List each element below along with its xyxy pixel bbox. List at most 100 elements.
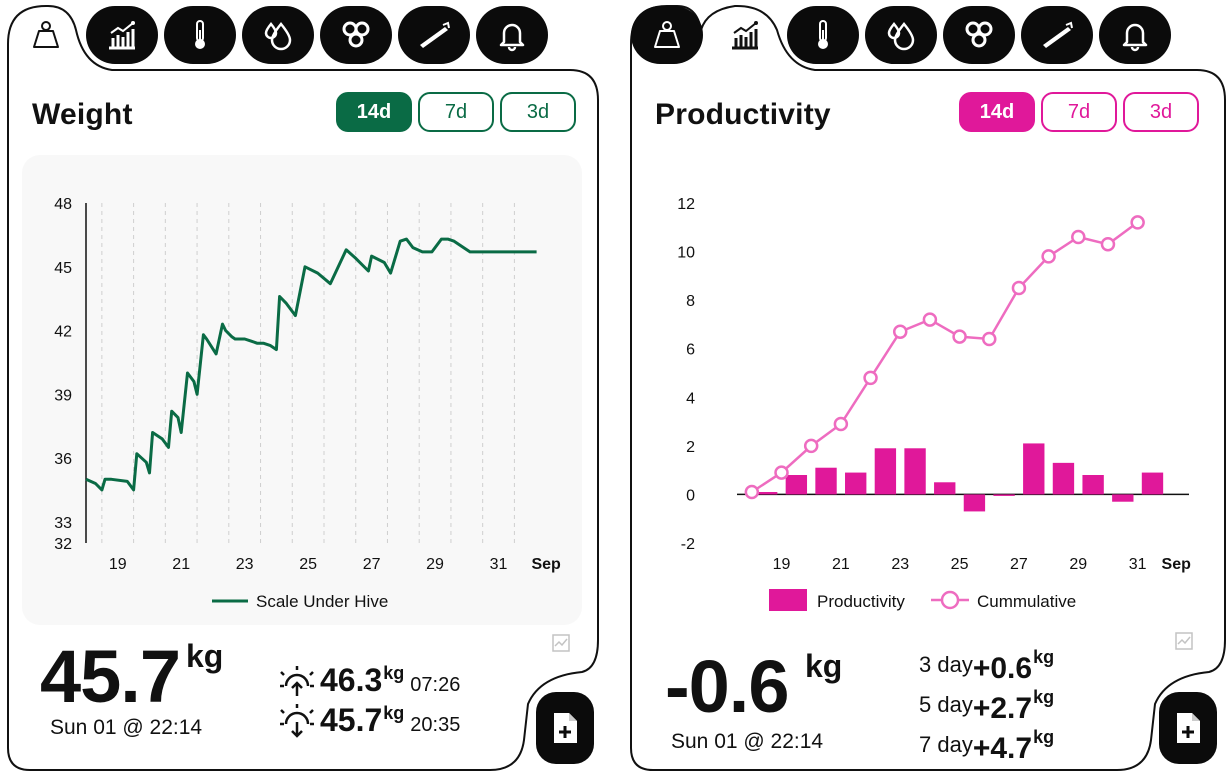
weight-panel: Weight 14d 7d 3d 32 33 36 39 42 45 48 19 21 23 25 2… (0, 0, 600, 780)
tab-productivity[interactable] (709, 6, 781, 64)
tab-weight[interactable] (631, 6, 703, 64)
y-tick-label: -2 (681, 536, 695, 553)
scale-icon (654, 21, 680, 48)
summary-row: 5 day +2.7 kg (919, 688, 1054, 724)
cumulative-point (833, 416, 849, 432)
range-14d-button[interactable]: 14d (959, 92, 1035, 132)
x-tick-label: 21 (832, 556, 850, 573)
panel-title: Weight (32, 98, 133, 131)
current-productivity-unit: kg (805, 648, 843, 684)
tab-weight[interactable] (10, 6, 82, 64)
tab-humidity[interactable] (242, 6, 314, 64)
tab-inspection[interactable] (1021, 6, 1093, 64)
thermometer-icon (195, 20, 205, 49)
cumulative-point (892, 324, 908, 339)
productivity-bar (1141, 472, 1164, 495)
summary-value: +0.6 (972, 652, 1033, 685)
tab-humidity[interactable] (865, 6, 937, 64)
range-3d-button[interactable]: 3d (500, 92, 576, 132)
summary-unit: kg (1033, 687, 1055, 707)
cumulative-point (774, 465, 789, 480)
productivity-bar (934, 482, 956, 495)
y-tick-label: 42 (54, 324, 72, 341)
summary-unit: kg (1033, 647, 1055, 667)
y-tick-label: 4 (686, 390, 695, 407)
add-document-icon (554, 713, 577, 743)
tab-alerts[interactable] (1099, 6, 1171, 64)
add-report-button[interactable] (536, 692, 594, 764)
legend-swatch-cumulative-point (940, 590, 960, 610)
x-tick-label: 23 (236, 556, 254, 573)
honeycomb-icon (965, 21, 993, 48)
panel-title: Productivity (655, 98, 831, 131)
tab-temperature[interactable] (164, 6, 236, 64)
x-tick-label: 25 (299, 556, 317, 573)
cumulative-point (744, 484, 760, 500)
range-7d-button[interactable]: 7d (418, 92, 494, 132)
weight-chart: 32 33 36 39 42 45 48 19 21 23 25 27 29 31 Sep Scale Und… (54, 196, 561, 611)
chart-icon (109, 21, 135, 50)
current-weight-unit: kg (186, 638, 224, 674)
sunset-weight-value: 45.7 (320, 702, 383, 738)
summary-value: +2.7 (972, 692, 1033, 725)
tab-temperature[interactable] (787, 6, 859, 64)
productivity-chart: -2 0 2 4 6 8 10 12 19 21 23 25 27 29 31 Sep Productivity… (677, 196, 1191, 611)
tab-productivity[interactable] (86, 6, 158, 64)
hive-tool-icon (1043, 21, 1073, 48)
drops-icon (887, 22, 915, 51)
cumulative-point (863, 370, 878, 386)
x-tick-label: 23 (891, 556, 909, 573)
summary-unit: kg (1033, 727, 1055, 747)
y-tick-label: 48 (54, 196, 72, 213)
x-tick-label: 27 (1010, 556, 1028, 573)
productivity-bar (845, 472, 867, 495)
scale-icon (33, 21, 59, 48)
summary-value: +4.7 (972, 732, 1033, 765)
bell-icon (1122, 23, 1148, 52)
sunrise-icon (280, 666, 314, 696)
bell-icon (499, 23, 525, 52)
last-reading-time: Sun 01 @ 22:14 (50, 716, 203, 739)
summary-row: 7 day +4.7 kg (919, 728, 1054, 764)
legend-label: Productivity (817, 592, 905, 611)
productivity-bar (993, 494, 1015, 496)
tab-inspection[interactable] (398, 6, 470, 64)
y-tick-label: 36 (54, 451, 72, 468)
series-line-scale-under-hive (85, 237, 537, 492)
summary-label: 3 day (919, 652, 973, 677)
x-tick-label: 29 (426, 556, 444, 573)
x-tick-label: 25 (951, 556, 969, 573)
chart-export-icon[interactable] (550, 632, 572, 654)
cumulative-point (1041, 249, 1056, 264)
range-14d-button[interactable]: 14d (336, 92, 412, 132)
productivity-panel: Productivity 14d 7d 3d -2 0 2 4 6 8 10 12 19 21 23… (627, 0, 1227, 780)
y-tick-label: 33 (54, 515, 72, 532)
range-7d-button[interactable]: 7d (1041, 92, 1117, 132)
y-tick-label: 8 (686, 293, 695, 310)
x-tick-label: 21 (172, 556, 190, 573)
weight-chart-area: 32 33 36 39 42 45 48 19 21 23 25 27 29 31 Sep Scale Und… (22, 155, 582, 625)
hive-tool-icon (420, 21, 450, 48)
y-tick-label: 2 (686, 439, 695, 456)
range-3d-button[interactable]: 3d (1123, 92, 1199, 132)
add-report-button[interactable] (1159, 692, 1217, 764)
productivity-bar (755, 492, 778, 495)
productivity-bar (1112, 494, 1134, 502)
tab-honey[interactable] (943, 6, 1015, 64)
legend-swatch-productivity (769, 589, 807, 611)
cumulative-point (803, 438, 819, 454)
sunset-weight-unit: kg (383, 703, 405, 723)
chart-export-icon[interactable] (1173, 630, 1195, 652)
productivity-bar (963, 494, 986, 512)
y-tick-label: 39 (54, 387, 72, 404)
x-tick-label: 19 (773, 556, 791, 573)
x-tick-label: 31 (490, 556, 508, 573)
tab-honey[interactable] (320, 6, 392, 64)
thermometer-icon (818, 20, 828, 49)
summary-row: 3 day +0.6 kg (919, 648, 1054, 684)
productivity-chart-area: -2 0 2 4 6 8 10 12 19 21 23 25 27 29 31 Sep Productivity… (649, 155, 1209, 625)
cumulative-point (1071, 229, 1086, 245)
legend-label: Scale Under Hive (256, 592, 388, 611)
tab-alerts[interactable] (476, 6, 548, 64)
y-tick-label: 0 (686, 487, 695, 504)
